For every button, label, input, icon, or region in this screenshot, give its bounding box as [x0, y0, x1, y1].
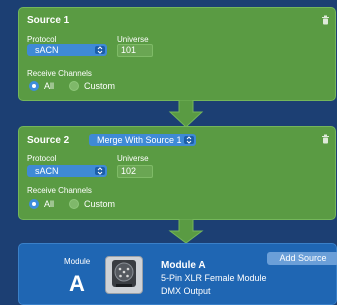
- merge-value: Merge With Source 1: [97, 135, 182, 145]
- xlr-connector-icon: [105, 256, 143, 294]
- trash-icon[interactable]: [321, 134, 330, 144]
- radio-all[interactable]: [29, 81, 39, 91]
- chevron-updown-icon: [95, 167, 105, 175]
- receive-channels-label: Receive Channels: [27, 186, 92, 195]
- protocol-select[interactable]: sACN: [27, 44, 107, 56]
- chevron-updown-icon: [184, 136, 194, 144]
- protocol-value: sACN: [35, 166, 59, 176]
- module-name: Module A: [161, 260, 206, 271]
- radio-all[interactable]: [29, 199, 39, 209]
- universe-field[interactable]: 102: [117, 165, 153, 178]
- source-card-1: Source 1 Protocol Universe sACN 101 Rece…: [18, 7, 336, 101]
- universe-field[interactable]: 101: [117, 44, 153, 57]
- radio-all-label: All: [44, 199, 55, 209]
- trash-icon[interactable]: [321, 15, 330, 25]
- protocol-select[interactable]: sACN: [27, 165, 107, 177]
- protocol-label: Protocol: [27, 35, 57, 44]
- merge-select[interactable]: Merge With Source 1: [89, 134, 196, 146]
- radio-all-label: All: [44, 81, 55, 91]
- module-description: 5-Pin XLR Female Module: [161, 273, 267, 283]
- protocol-value: sACN: [35, 45, 59, 55]
- radio-custom[interactable]: [69, 81, 79, 91]
- source-title: Source 1: [27, 15, 70, 26]
- module-label: Module: [64, 257, 91, 266]
- protocol-label: Protocol: [27, 154, 57, 163]
- universe-label: Universe: [117, 35, 149, 44]
- chevron-updown-icon: [95, 46, 105, 54]
- module-card: Module A Module A 5-Pin XLR Female Modul…: [18, 243, 337, 305]
- source-title: Source 2: [27, 135, 70, 146]
- module-letter: A: [69, 271, 85, 296]
- radio-custom-label: Custom: [84, 81, 116, 91]
- universe-label: Universe: [117, 154, 149, 163]
- source-card-2: Source 2 Merge With Source 1 Protocol Un…: [18, 126, 336, 220]
- module-output: DMX Output: [161, 286, 211, 296]
- receive-channels-label: Receive Channels: [27, 69, 92, 78]
- radio-custom[interactable]: [69, 199, 79, 209]
- arrow-down-icon: [168, 99, 204, 128]
- add-source-button[interactable]: Add Source: [267, 252, 337, 265]
- radio-custom-label: Custom: [84, 199, 116, 209]
